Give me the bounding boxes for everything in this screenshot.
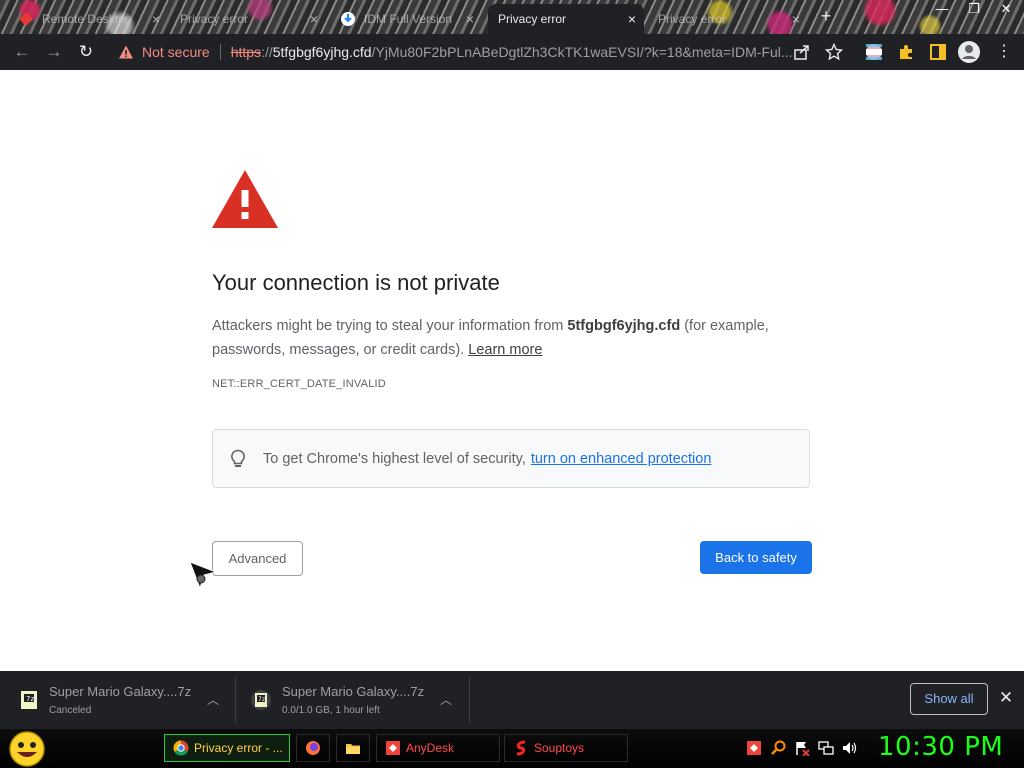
desc-host: 5tfgbgf6yjhg.cfd — [567, 318, 681, 334]
anydesk-icon — [386, 741, 400, 755]
danger-warning-icon — [212, 170, 278, 228]
svg-text:7z: 7z — [258, 696, 265, 703]
download-item[interactable]: 7z Super Mario Galaxy....7z Canceled ︿ — [0, 677, 236, 723]
page-description: Attackers might be trying to steal your … — [212, 314, 812, 362]
firefox-icon — [306, 741, 320, 755]
lightbulb-icon — [231, 449, 245, 467]
download-status: 0.0/1.0 GB, 1 hour left — [282, 705, 380, 716]
profile-avatar-icon[interactable] — [958, 41, 980, 63]
tab-close-icon[interactable]: × — [628, 11, 636, 27]
start-smiley-icon[interactable] — [6, 731, 48, 767]
download-status: Canceled — [49, 705, 92, 716]
enhanced-protection-text: To get Chrome's highest level of securit… — [263, 450, 526, 467]
folder-icon — [346, 744, 360, 754]
learn-more-link[interactable]: Learn more — [468, 342, 542, 358]
taskbar-item-souptoys[interactable]: Souptoys — [504, 734, 628, 762]
enhanced-protection-box: To get Chrome's highest level of securit… — [212, 429, 810, 488]
system-clock[interactable]: 10:30 PM — [878, 732, 1003, 762]
tab-close-icon[interactable]: × — [792, 11, 800, 27]
close-window-button[interactable]: ✕ — [990, 0, 1022, 18]
url-scheme: https — [230, 44, 262, 60]
menu-kebab-icon[interactable]: ⋮ — [996, 42, 1012, 62]
download-filename: Super Mario Galaxy....7z — [282, 684, 425, 699]
tab-remote-desktop[interactable]: Remote Desktop × — [8, 4, 168, 34]
tab-strip: Remote Desktop × Privacy error × IDM Ful… — [0, 0, 1024, 34]
action-center-flag-icon[interactable] — [794, 740, 810, 756]
tab-title: Privacy error — [498, 12, 567, 26]
remote-desktop-favicon-icon — [19, 12, 33, 26]
taskbar-item-label: Souptoys — [534, 741, 585, 755]
chevron-up-icon[interactable]: ︿ — [438, 691, 454, 707]
svg-text:7z: 7z — [26, 695, 34, 703]
tab-title: Privacy error — [180, 12, 249, 26]
tab-title: Remote Desktop — [42, 12, 132, 26]
tab-close-icon[interactable]: × — [152, 11, 160, 27]
error-code: NET::ERR_CERT_DATE_INVALID — [212, 378, 386, 390]
taskbar-item-anydesk[interactable]: AnyDesk — [376, 734, 500, 762]
tab-close-icon[interactable]: × — [310, 11, 318, 27]
side-panel-icon[interactable] — [929, 43, 947, 61]
close-shelf-icon[interactable]: ✕ — [996, 688, 1016, 708]
desc-text-before: Attackers might be trying to steal your … — [212, 318, 568, 334]
minimize-button[interactable]: — — [926, 0, 958, 18]
taskbar: Privacy error - ... AnyDesk Souptoys 10:… — [0, 729, 1024, 768]
bookmark-star-icon[interactable] — [825, 43, 843, 61]
7z-archive-icon: 7z — [251, 690, 271, 710]
idm-favicon-icon — [341, 12, 355, 26]
page-title: Your connection is not private — [212, 270, 500, 295]
tab-title: Privacy error — [658, 12, 727, 26]
extension-flag-icon[interactable] — [865, 43, 883, 61]
tab-idm-full-version[interactable]: IDM Full Version × — [330, 4, 482, 34]
browser-toolbar: ← → ↻ Not secure https :// 5tfgbgf6yjhg.… — [0, 34, 1024, 70]
tab-privacy-error-active[interactable]: Privacy error × — [488, 4, 644, 34]
taskbar-item-label: AnyDesk — [406, 741, 455, 755]
back-arrow-icon[interactable]: ← — [10, 40, 34, 64]
share-icon[interactable] — [793, 43, 811, 61]
download-item[interactable]: 7z Super Mario Galaxy....7z 0.0/1.0 GB, … — [236, 677, 470, 723]
chrome-icon — [173, 740, 189, 756]
url-path: /YjMu80F2bPLnABeDgtlZh3CkTK1waEVSI/?k=18… — [371, 44, 793, 60]
network-icon[interactable] — [818, 740, 834, 756]
new-tab-button[interactable]: + — [816, 6, 836, 26]
advanced-button[interactable]: Advanced — [212, 541, 303, 576]
souptoys-icon — [516, 740, 526, 756]
download-filename: Super Mario Galaxy....7z — [49, 684, 192, 699]
tab-privacy-error-3[interactable]: Privacy error × — [648, 4, 808, 34]
taskbar-item-firefox[interactable] — [296, 734, 330, 762]
reload-icon[interactable]: ↻ — [74, 40, 98, 64]
taskbar-item-label: Privacy error - ... — [194, 741, 283, 755]
back-to-safety-button[interactable]: Back to safety — [700, 541, 812, 574]
enhanced-protection-link[interactable]: turn on enhanced protection — [531, 451, 712, 467]
show-all-downloads-button[interactable]: Show all — [910, 683, 988, 715]
not-secure-label[interactable]: Not secure — [142, 44, 210, 60]
download-divider — [469, 677, 470, 723]
tab-privacy-error-1[interactable]: Privacy error × — [170, 4, 326, 34]
tab-title: IDM Full Version — [364, 12, 453, 26]
7z-archive-icon: 7z — [21, 691, 37, 709]
taskbar-item-explorer[interactable] — [336, 734, 370, 762]
mouse-cursor-icon — [189, 561, 218, 590]
url-separator: :// — [261, 44, 273, 60]
address-bar[interactable]: Not secure https :// 5tfgbgf6yjhg.cfd /Y… — [108, 37, 852, 67]
anydesk-tray-icon[interactable] — [746, 740, 762, 756]
restore-button[interactable]: ❐ — [958, 0, 990, 18]
volume-icon[interactable] — [842, 740, 858, 756]
download-shelf: 7z Super Mario Galaxy....7z Canceled ︿ 7… — [0, 671, 1024, 729]
search-tray-icon[interactable] — [770, 740, 786, 756]
omnibox-divider — [219, 44, 221, 60]
forward-arrow-icon[interactable]: → — [42, 40, 66, 64]
taskbar-item-chrome[interactable]: Privacy error - ... — [164, 734, 290, 762]
warning-triangle-icon[interactable] — [118, 44, 134, 60]
chevron-up-icon[interactable]: ︿ — [205, 691, 221, 707]
url-host: 5tfgbgf6yjhg.cfd — [272, 44, 372, 60]
extensions-puzzle-icon[interactable] — [897, 43, 915, 61]
interstitial-page: Your connection is not private Attackers… — [0, 70, 1024, 671]
tab-close-icon[interactable]: × — [466, 11, 474, 27]
